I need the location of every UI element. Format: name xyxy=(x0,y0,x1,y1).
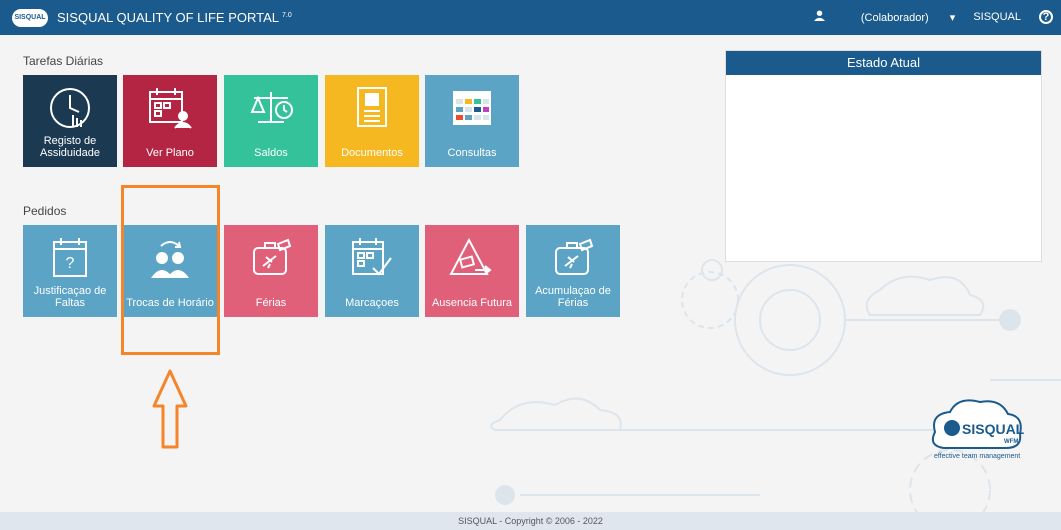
tile-marcacoes[interactable]: Marcaçoes xyxy=(325,225,419,317)
brand-tag: WFM xyxy=(1004,439,1018,445)
balance-scale-icon xyxy=(224,83,318,133)
tile-label: Ausencia Futura xyxy=(431,297,513,309)
tile-label: Ver Plano xyxy=(146,147,194,159)
brand-slogan: effective team management xyxy=(934,453,1020,460)
tile-label: Acumulaçao de Férias xyxy=(535,285,611,309)
app-version: 7.0 xyxy=(282,11,292,19)
tile-ferias[interactable]: Férias xyxy=(224,225,318,317)
calendar-check-icon xyxy=(325,233,419,283)
tile-documentos[interactable]: Documentos xyxy=(325,75,419,167)
tile-saldos[interactable]: Saldos xyxy=(224,75,318,167)
tile-label: Documentos xyxy=(341,147,403,159)
top-right-menu: (Colaborador) ▾ SISQUAL ? xyxy=(796,10,1053,24)
highlight-box xyxy=(121,185,220,355)
calendar-question-icon: ? xyxy=(23,233,117,283)
estado-atual-title: Estado Atual xyxy=(726,51,1041,75)
app-title: SISQUAL QUALITY OF LIFE PORTAL 7.0 xyxy=(57,10,292,25)
user-menu[interactable]: (Colaborador) ▾ xyxy=(843,11,955,24)
section-requests-title: Pedidos xyxy=(23,204,67,218)
tile-ver-plano[interactable]: Ver Plano xyxy=(123,75,217,167)
suitcase-plane-icon xyxy=(526,233,620,283)
sisqual-logo[interactable]: SISQUAL xyxy=(12,9,48,27)
section-daily-title: Tarefas Diárias xyxy=(23,54,104,68)
tile-label: Saldos xyxy=(254,147,288,159)
tile-label: Justificaçao de Faltas xyxy=(33,285,107,309)
footer: SISQUAL - Copyright © 2006 - 2022 xyxy=(0,512,1061,530)
help-icon[interactable]: ? xyxy=(1039,10,1053,24)
top-bar: SISQUAL SISQUAL QUALITY OF LIFE PORTAL 7.… xyxy=(0,0,1061,35)
tile-acumulacao-ferias[interactable]: Acumulaçao de Férias xyxy=(526,225,620,317)
document-icon xyxy=(325,83,419,133)
tile-label: Registo de Assiduidade xyxy=(40,135,100,159)
tile-label: Férias xyxy=(255,297,287,309)
brand-name: SISQUAL xyxy=(962,421,1025,437)
suitcase-plane-icon xyxy=(224,233,318,283)
company-link[interactable]: SISQUAL xyxy=(973,11,1021,23)
calendar-grid-icon xyxy=(425,83,519,133)
user-menu-label: (Colaborador) xyxy=(860,11,929,24)
tile-justificacao-faltas[interactable]: ? Justificaçao de Faltas xyxy=(23,225,117,317)
clock-touch-icon xyxy=(23,83,117,133)
chevron-down-icon: ▾ xyxy=(949,11,956,24)
app-title-text: SISQUAL QUALITY OF LIFE PORTAL xyxy=(57,10,280,25)
warning-arrow-icon xyxy=(425,233,519,283)
tile-ausencia-futura[interactable]: Ausencia Futura xyxy=(425,225,519,317)
tile-label: Marcaçoes xyxy=(345,297,399,309)
user-icon xyxy=(813,10,825,24)
tile-label: Consultas xyxy=(447,147,497,159)
estado-atual-panel: Estado Atual xyxy=(725,50,1042,262)
tile-registo-assiduidade[interactable]: Registo de Assiduidade xyxy=(23,75,117,167)
calendar-team-icon xyxy=(123,83,217,133)
sisqual-wfm-logo: SISQUAL WFM effective team management xyxy=(920,392,1030,462)
tile-consultas[interactable]: Consultas xyxy=(425,75,519,167)
up-arrow-icon xyxy=(152,369,188,449)
